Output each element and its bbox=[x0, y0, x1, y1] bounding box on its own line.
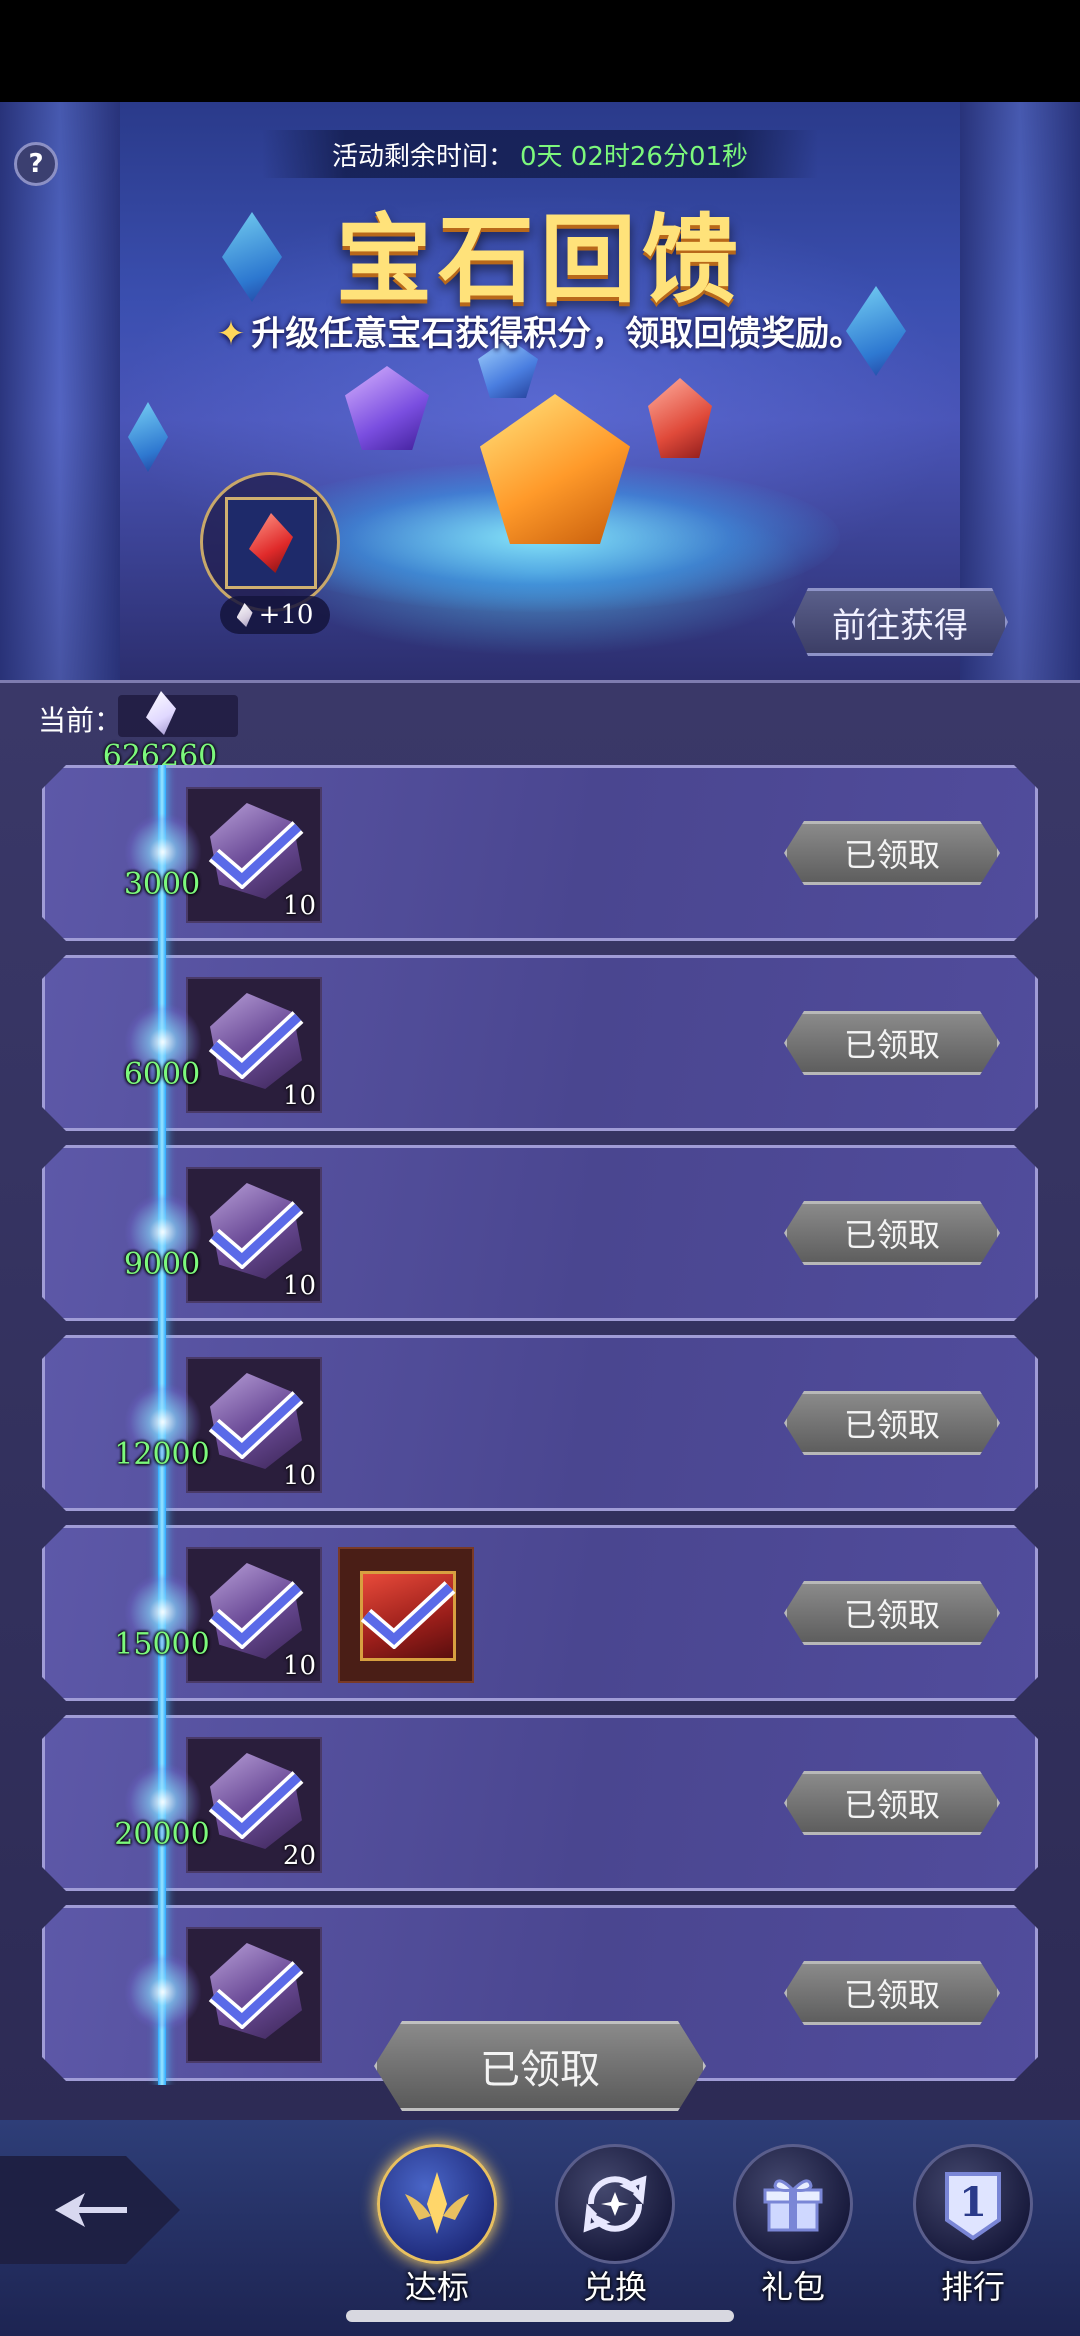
reward-item[interactable]: 10 bbox=[186, 1547, 322, 1683]
status-bar bbox=[0, 0, 1080, 102]
reward-item[interactable]: 10 bbox=[186, 1357, 322, 1493]
gift-icon bbox=[733, 2144, 853, 2264]
event-banner: ? 活动剩余时间： 0天 02时26分01秒 宝石回馈 ✦ 升级任意宝石获得积分，… bbox=[0, 102, 1080, 680]
crystal-icon bbox=[236, 603, 253, 627]
reward-quantity: 10 bbox=[282, 1651, 316, 1681]
home-indicator[interactable] bbox=[346, 2310, 734, 2322]
red-gem-icon bbox=[648, 378, 712, 458]
tab-label: 礼包 bbox=[760, 2268, 825, 2306]
reward-item[interactable]: 10 bbox=[186, 1167, 322, 1303]
timer-label: 活动剩余时间： bbox=[331, 141, 514, 172]
milestone-value: 3000 bbox=[123, 867, 201, 902]
claimed-button[interactable]: 已领取 bbox=[784, 1961, 1000, 2025]
milestone-value: 6000 bbox=[123, 1057, 201, 1092]
current-label: 当前： bbox=[38, 704, 123, 737]
ranking-badge-icon: 1 bbox=[913, 2144, 1033, 2264]
milestone-list[interactable]: 3000 10 已领取 6000 10 已领取 9000 10 已领取 1200… bbox=[32, 765, 1048, 2085]
event-subtitle: ✦ 升级任意宝石获得积分，领取回馈奖励。 bbox=[0, 306, 1080, 355]
help-button[interactable]: ? bbox=[14, 142, 58, 186]
claim-all-button[interactable]: 已领取 bbox=[374, 2021, 706, 2111]
tab-ranking[interactable]: 1 排行 bbox=[908, 2144, 1038, 2314]
milestone-value: 20000 bbox=[114, 1817, 210, 1852]
points-badge-value: +10 bbox=[258, 600, 314, 630]
question-icon: ? bbox=[28, 149, 44, 179]
event-timer: 活动剩余时间： 0天 02时26分01秒 bbox=[262, 130, 818, 178]
tab-gift-pack[interactable]: 礼包 bbox=[728, 2144, 858, 2314]
red-gem-icon bbox=[249, 513, 293, 573]
wings-emblem-icon bbox=[377, 2144, 497, 2264]
reward-item[interactable] bbox=[338, 1547, 474, 1683]
milestone-node-icon bbox=[124, 1953, 202, 2031]
milestone-value: 12000 bbox=[114, 1437, 210, 1472]
tab-label: 兑换 bbox=[582, 2268, 647, 2306]
milestone-value: 15000 bbox=[114, 1627, 210, 1662]
back-arrow-icon bbox=[55, 2193, 127, 2227]
reward-quantity: 10 bbox=[282, 1081, 316, 1111]
reward-item[interactable]: 20 bbox=[186, 1737, 322, 1873]
tab-exchange[interactable]: 兑换 bbox=[550, 2144, 680, 2314]
reward-item[interactable] bbox=[186, 1927, 322, 2063]
reward-item[interactable]: 10 bbox=[186, 787, 322, 923]
tab-achievement[interactable]: 达标 bbox=[372, 2144, 502, 2314]
points-badge: +10 bbox=[220, 596, 330, 634]
reward-item[interactable]: 10 bbox=[186, 977, 322, 1113]
reward-quantity: 10 bbox=[282, 1461, 316, 1491]
back-button[interactable] bbox=[0, 2156, 180, 2264]
featured-gem-frame[interactable] bbox=[200, 472, 340, 612]
milestone-value: 9000 bbox=[123, 1247, 201, 1282]
rewards-panel: 当前： 626260 3000 10 已领取 6000 10 已领取 9000 bbox=[0, 680, 1080, 2120]
crystal-decoration bbox=[128, 402, 168, 472]
claimed-button[interactable]: 已领取 bbox=[784, 1581, 1000, 1645]
checkmark-icon bbox=[360, 1581, 456, 1649]
subtitle-text: 升级任意宝石获得积分，领取回馈奖励。 bbox=[251, 314, 864, 354]
claimed-button[interactable]: 已领取 bbox=[784, 1011, 1000, 1075]
reward-quantity: 10 bbox=[282, 1271, 316, 1301]
svg-text:1: 1 bbox=[959, 2179, 987, 2226]
sparkle-icon: ✦ bbox=[216, 314, 246, 354]
claimed-button[interactable]: 已领取 bbox=[784, 1391, 1000, 1455]
claimed-button[interactable]: 已领取 bbox=[784, 821, 1000, 885]
checkmark-icon bbox=[208, 1961, 304, 2029]
timer-value: 0天 02时26分01秒 bbox=[519, 141, 749, 172]
bottom-nav: 达标 兑换 礼包 1 排行 bbox=[0, 2120, 1080, 2336]
purple-gem-icon bbox=[345, 366, 429, 450]
tab-label: 达标 bbox=[404, 2268, 469, 2306]
reward-quantity: 10 bbox=[282, 891, 316, 921]
event-title: 宝石回馈 bbox=[336, 203, 744, 316]
featured-gem-slot bbox=[225, 497, 317, 589]
reward-quantity: 20 bbox=[282, 1841, 316, 1871]
tab-label: 排行 bbox=[940, 2268, 1005, 2306]
claimed-button[interactable]: 已领取 bbox=[784, 1201, 1000, 1265]
claimed-button[interactable]: 已领取 bbox=[784, 1771, 1000, 1835]
exchange-icon bbox=[555, 2144, 675, 2264]
go-obtain-button[interactable]: 前往获得 bbox=[792, 588, 1008, 656]
current-points-box bbox=[118, 695, 238, 737]
